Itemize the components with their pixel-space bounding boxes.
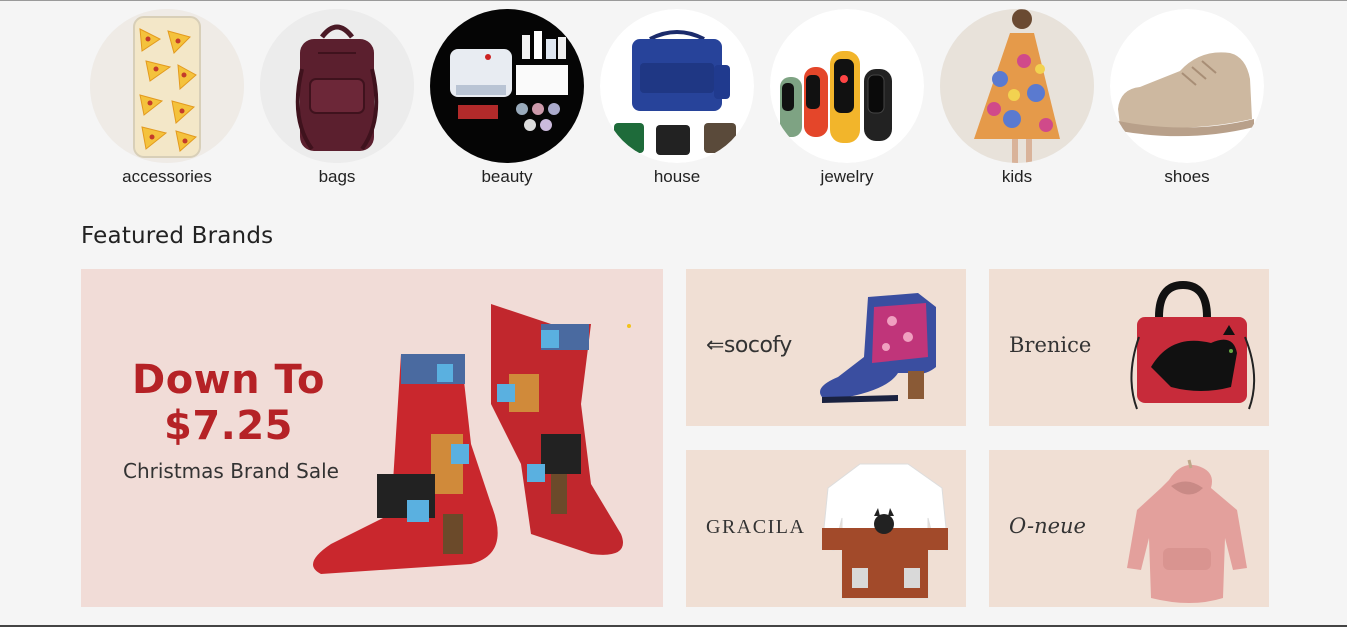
brand-tile-brenice[interactable]: Brenice bbox=[989, 269, 1269, 426]
phone-case-image bbox=[90, 9, 244, 163]
category-label[interactable]: accessories bbox=[122, 167, 212, 187]
brand-tile-socofy[interactable]: ⇐socofy bbox=[686, 269, 966, 426]
category-shoes[interactable]: shoes bbox=[1110, 9, 1264, 187]
cooler-bag-image bbox=[600, 9, 754, 163]
category-row: accessories bags beauty house jewelry ki… bbox=[90, 9, 1264, 187]
category-house[interactable]: house bbox=[600, 9, 754, 187]
category-label[interactable]: bags bbox=[319, 167, 356, 187]
category-label[interactable]: beauty bbox=[481, 167, 532, 187]
category-label[interactable]: kids bbox=[1002, 167, 1032, 187]
brand-logo-brenice: Brenice bbox=[1009, 333, 1092, 357]
category-jewelry[interactable]: jewelry bbox=[770, 9, 924, 187]
nail-kit-image bbox=[430, 9, 584, 163]
brand-logo-gracila: GRACILA bbox=[706, 516, 806, 538]
category-beauty[interactable]: beauty bbox=[430, 9, 584, 187]
girl-dress-image bbox=[940, 9, 1094, 163]
patchwork-boots-image bbox=[313, 304, 631, 574]
category-accessories[interactable]: accessories bbox=[90, 9, 244, 187]
category-kids[interactable]: kids bbox=[940, 9, 1094, 187]
brand-tile-oneue[interactable]: O-neue bbox=[989, 450, 1269, 607]
featured-brands-heading: Featured Brands bbox=[81, 223, 274, 249]
cat-handbag-image bbox=[1130, 280, 1256, 410]
smart-band-image bbox=[770, 9, 924, 163]
category-label[interactable]: house bbox=[654, 167, 700, 187]
brand-logo-oneue: O-neue bbox=[1009, 514, 1086, 538]
backpack-image bbox=[260, 9, 414, 163]
ankle-boot-image bbox=[820, 293, 936, 403]
category-bags[interactable]: bags bbox=[260, 9, 414, 187]
brand-tile-gracila[interactable]: GRACILA bbox=[686, 450, 966, 607]
christmas-sale-banner[interactable]: Down To $7.25 Christmas Brand Sale bbox=[81, 269, 663, 607]
category-label[interactable]: jewelry bbox=[821, 167, 874, 187]
sneaker-image bbox=[1110, 9, 1264, 163]
pink-hoodie-image bbox=[1127, 459, 1247, 603]
brand-logo-socofy: ⇐socofy bbox=[706, 333, 792, 358]
category-label[interactable]: shoes bbox=[1164, 167, 1209, 187]
cat-sweater-image bbox=[821, 463, 949, 599]
